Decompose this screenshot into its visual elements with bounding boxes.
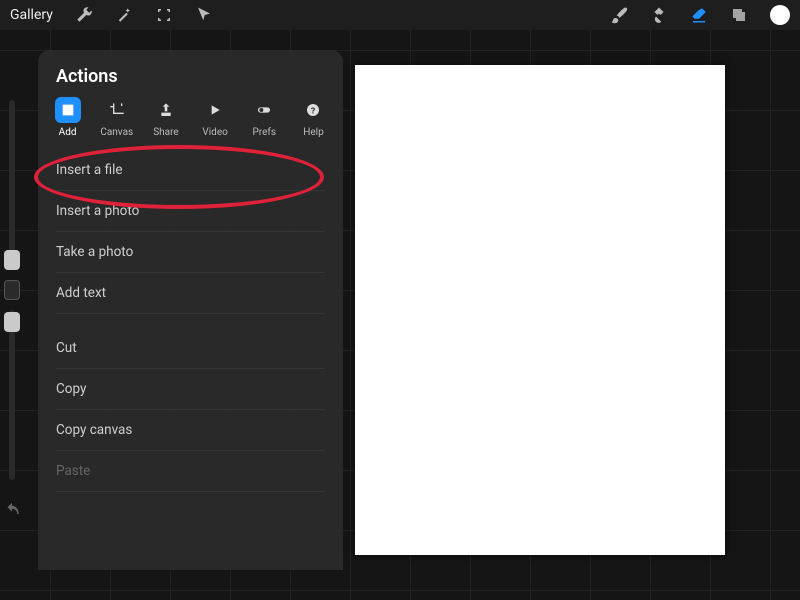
action-add-text[interactable]: Add text	[56, 273, 325, 314]
action-copy[interactable]: Copy	[56, 369, 325, 410]
play-icon	[202, 97, 228, 123]
toggle-icon	[251, 97, 277, 123]
action-insert-file[interactable]: Insert a file	[56, 150, 325, 191]
share-icon	[153, 97, 179, 123]
actions-tabs: Add Canvas Share Video Prefs ? Help	[38, 95, 343, 150]
layers-icon[interactable]	[730, 6, 748, 24]
tab-video[interactable]: Video	[194, 95, 237, 140]
action-paste: Paste	[56, 451, 325, 492]
brush-opacity-thumb[interactable]	[4, 312, 20, 332]
brush-opacity-slider[interactable]	[9, 310, 15, 480]
magic-wand-icon[interactable]	[115, 6, 133, 24]
tab-share-label: Share	[153, 127, 178, 138]
tab-help[interactable]: ? Help	[292, 95, 335, 140]
actions-popover: Actions Add Canvas Share Video Prefs ? H…	[38, 50, 343, 570]
brush-icon[interactable]	[610, 6, 628, 24]
brush-size-thumb[interactable]	[4, 250, 20, 270]
gallery-button[interactable]: Gallery	[10, 7, 53, 23]
canvas[interactable]	[355, 65, 725, 555]
tab-canvas[interactable]: Canvas	[95, 95, 138, 140]
actions-title: Actions	[38, 50, 343, 95]
tab-prefs[interactable]: Prefs	[243, 95, 286, 140]
undo-icon[interactable]	[3, 502, 21, 520]
tab-share[interactable]: Share	[144, 95, 187, 140]
tab-prefs-label: Prefs	[253, 127, 277, 138]
actions-list: Insert a file Insert a photo Take a phot…	[38, 150, 343, 492]
left-sidebar	[3, 100, 21, 520]
eraser-icon[interactable]	[690, 6, 708, 24]
top-toolbar-left: Gallery	[10, 6, 213, 24]
tab-canvas-label: Canvas	[100, 127, 133, 138]
tab-add-label: Add	[59, 127, 77, 138]
action-insert-photo[interactable]: Insert a photo	[56, 191, 325, 232]
svg-text:?: ?	[311, 106, 315, 116]
action-take-photo[interactable]: Take a photo	[56, 232, 325, 273]
action-cut[interactable]: Cut	[56, 328, 325, 369]
tab-video-label: Video	[202, 127, 227, 138]
selection-icon[interactable]	[155, 6, 173, 24]
wrench-icon[interactable]	[75, 6, 93, 24]
top-toolbar: Gallery	[0, 0, 800, 30]
plus-icon	[55, 97, 81, 123]
smudge-icon[interactable]	[650, 6, 668, 24]
modifier-button[interactable]	[4, 280, 20, 300]
top-toolbar-right	[610, 5, 790, 25]
tab-add[interactable]: Add	[46, 95, 89, 140]
brush-size-slider[interactable]	[9, 100, 15, 270]
cursor-icon[interactable]	[195, 6, 213, 24]
color-picker-button[interactable]	[770, 5, 790, 25]
action-copy-canvas[interactable]: Copy canvas	[56, 410, 325, 451]
crop-icon	[104, 97, 130, 123]
tab-help-label: Help	[303, 127, 323, 138]
help-icon: ?	[300, 97, 326, 123]
